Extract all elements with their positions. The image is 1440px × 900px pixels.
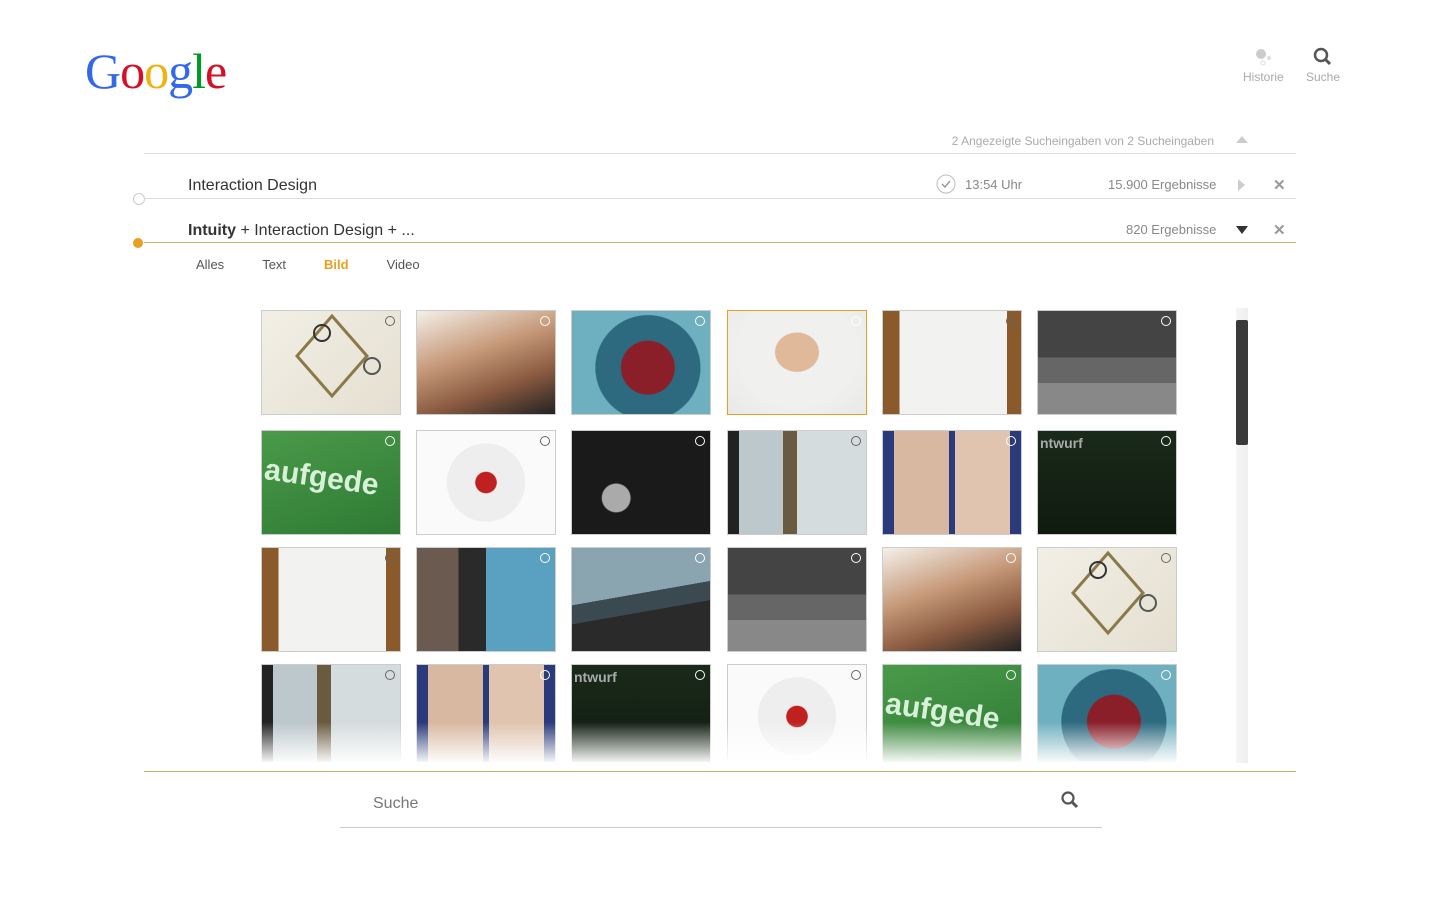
query-title[interactable]: Interaction Design: [188, 177, 317, 195]
expand-arrow-icon[interactable]: [1238, 179, 1245, 191]
image-result-portrait-man[interactable]: [727, 310, 867, 415]
query-results: 15.900 Ergebnisse: [1108, 177, 1217, 192]
collapse-arrow-icon[interactable]: [1236, 226, 1248, 234]
image-result-dark-diagram[interactable]: [571, 430, 711, 535]
zoom-icon[interactable]: [1006, 670, 1016, 680]
zoom-icon[interactable]: [1161, 316, 1171, 326]
image-result-presentation-speaker[interactable]: [416, 547, 556, 652]
image-result-chocolate-pieces[interactable]: [882, 547, 1022, 652]
zoom-icon[interactable]: [695, 553, 705, 563]
zoom-icon[interactable]: [851, 436, 861, 446]
search-nav[interactable]: Suche: [1306, 44, 1340, 84]
logo-letter: o: [144, 43, 169, 99]
zoom-icon[interactable]: [851, 316, 861, 326]
zoom-icon[interactable]: [385, 670, 395, 680]
image-result-architecture-interior[interactable]: [727, 430, 867, 535]
image-grid: aufgede ntwurf ntwurf aufgede: [261, 310, 1181, 762]
check-icon: [936, 174, 956, 199]
zoom-icon[interactable]: [540, 436, 550, 446]
logo-letter: l: [192, 43, 206, 99]
collapse-arrow-icon[interactable]: [1236, 136, 1248, 143]
logo-letter: g: [168, 43, 193, 99]
query-title-rest: + Interaction Design + ...: [236, 222, 415, 239]
image-result-dark-ui-kategorie[interactable]: [1037, 310, 1177, 415]
image-result-two-men-portrait[interactable]: [882, 430, 1022, 535]
search-submit-icon[interactable]: [1060, 790, 1080, 815]
zoom-icon[interactable]: [1161, 436, 1171, 446]
zoom-icon[interactable]: [540, 553, 550, 563]
timeline-dot-active-icon: [133, 238, 143, 248]
zoom-icon[interactable]: [540, 670, 550, 680]
query-summary: 2 Angezeigte Sucheingaben von 2 Sucheing…: [951, 134, 1214, 148]
zoom-icon[interactable]: [851, 670, 861, 680]
tab-video[interactable]: Video: [387, 257, 420, 272]
zoom-icon[interactable]: [1006, 553, 1016, 563]
image-result-light-panel[interactable]: [571, 547, 711, 652]
image-result-paper-pyramid[interactable]: [882, 310, 1022, 415]
image-result-dark-ui-kategorie[interactable]: [727, 547, 867, 652]
search-input[interactable]: [340, 780, 1102, 828]
history-label: Historie: [1243, 70, 1284, 84]
divider: [144, 153, 1296, 154]
image-result-entwurf-diagram[interactable]: ntwurf: [1037, 430, 1177, 535]
grid-fade: [261, 722, 1181, 764]
image-result-venn-circles[interactable]: [571, 310, 711, 415]
logo-letter: G: [85, 43, 121, 99]
search-icon: [1312, 44, 1334, 70]
tab-bild[interactable]: Bild: [324, 257, 349, 272]
tab-alles[interactable]: Alles: [196, 257, 224, 272]
image-result-green-aufgeder[interactable]: aufgede: [261, 430, 401, 535]
zoom-icon[interactable]: [1006, 436, 1016, 446]
query-time: 13:54 Uhr: [965, 177, 1023, 192]
search-label: Suche: [1306, 70, 1341, 84]
bottom-divider: [144, 771, 1296, 772]
zoom-icon[interactable]: [695, 436, 705, 446]
query-title-active[interactable]: Intuity + Interaction Design + ...: [188, 222, 415, 240]
divider: [144, 198, 1296, 199]
zoom-icon[interactable]: [385, 316, 395, 326]
zoom-icon[interactable]: [1161, 553, 1171, 563]
close-icon[interactable]: ✕: [1273, 176, 1286, 194]
zoom-icon[interactable]: [851, 553, 861, 563]
google-logo[interactable]: Google: [85, 42, 227, 100]
image-result-chocolate-pieces[interactable]: [416, 310, 556, 415]
scrollbar-thumb[interactable]: [1236, 320, 1248, 445]
result-tabs: Alles Text Bild Video: [196, 257, 458, 272]
image-result-kinect-diamond-ui[interactable]: [261, 310, 401, 415]
zoom-icon[interactable]: [540, 316, 550, 326]
zoom-icon[interactable]: [1006, 316, 1016, 326]
zoom-icon[interactable]: [1161, 670, 1171, 680]
timeline-dot-icon: [133, 193, 145, 205]
query-results: 820 Ergebnisse: [1126, 222, 1217, 237]
zoom-icon[interactable]: [385, 436, 395, 446]
close-icon[interactable]: ✕: [1273, 221, 1286, 239]
image-result-electronics-sphere[interactable]: [416, 430, 556, 535]
tab-text[interactable]: Text: [262, 257, 286, 272]
history-icon: [1252, 44, 1274, 70]
image-result-paper-pyramid[interactable]: [261, 547, 401, 652]
zoom-icon[interactable]: [695, 670, 705, 680]
logo-letter: o: [120, 43, 145, 99]
active-divider: [144, 242, 1296, 243]
query-title-bold: Intuity: [188, 222, 236, 239]
history-nav[interactable]: Historie: [1243, 44, 1284, 84]
zoom-icon[interactable]: [695, 316, 705, 326]
logo-letter: e: [205, 43, 227, 99]
zoom-icon[interactable]: [385, 553, 395, 563]
image-result-kinect-diamond-ui[interactable]: [1037, 547, 1177, 652]
